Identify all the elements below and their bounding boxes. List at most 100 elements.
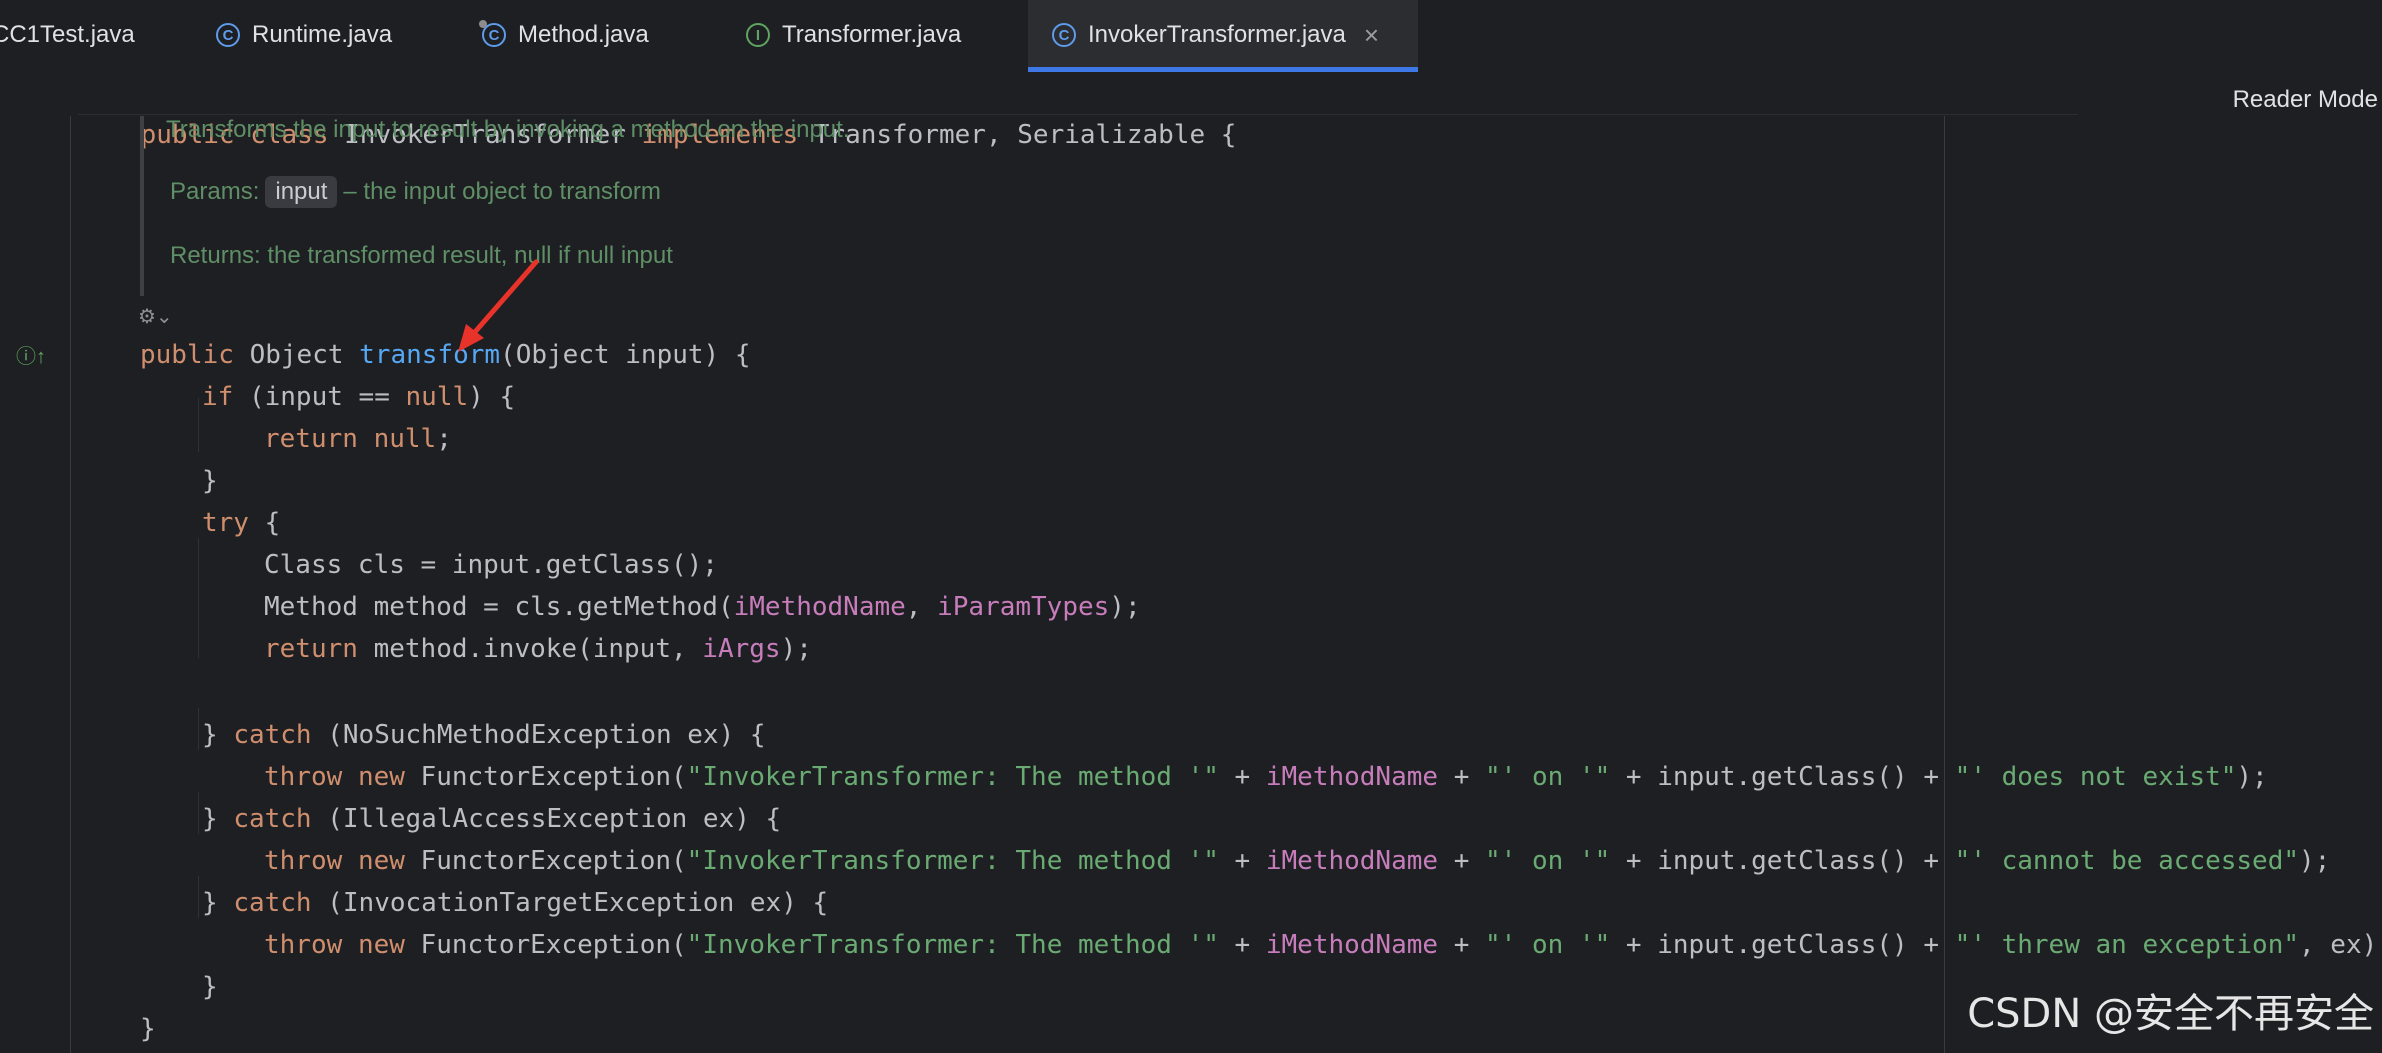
doc-params: Params: input – the input object to transf…: [170, 176, 661, 208]
string-literal: "' does not exist": [1954, 762, 2237, 792]
code-line: return null;: [264, 418, 452, 460]
code-text: ) {: [468, 382, 516, 412]
code-line: } catch (InvocationTargetException ex) {: [202, 882, 828, 924]
string-literal: "' cannot be accessed": [1954, 846, 2299, 876]
field-ref: iMethodName: [1265, 846, 1439, 876]
code-text: , ex);: [2299, 930, 2382, 960]
tab-label: Method.java: [518, 21, 649, 48]
doc-bar: [140, 116, 144, 296]
indent-guide: [198, 792, 199, 834]
code-text: Method method = cls.getMethod(: [264, 592, 734, 622]
string-literal: "' on '": [1485, 846, 1611, 876]
keyword: null: [405, 382, 469, 412]
code-text: FunctorException(: [404, 846, 687, 876]
tab-label: Runtime.java: [252, 21, 393, 48]
editor-tab-bar: CC1Test.java C Runtime.java C Method.jav…: [0, 0, 2382, 73]
string-literal: "InvokerTransformer: The method '": [686, 930, 1219, 960]
keyword: new: [357, 930, 405, 960]
code-text: }: [202, 888, 234, 918]
class-icon: C: [216, 23, 240, 47]
code-text: );: [2236, 762, 2268, 792]
doc-returns: Returns: the transformed result, null if…: [170, 242, 673, 269]
reader-mode-button[interactable]: Reader Mode: [2220, 80, 2382, 120]
tab-runtime[interactable]: C Runtime.java: [196, 0, 456, 70]
code-text: );: [780, 634, 812, 664]
code-text: + input.getClass() +: [1610, 930, 1955, 960]
tab-cc1test[interactable]: CC1Test.java: [0, 0, 180, 70]
code-text: +: [1438, 762, 1486, 792]
code-text: }: [202, 720, 234, 750]
code-line: throw new FunctorException("InvokerTrans…: [264, 756, 2268, 798]
keyword: if: [202, 382, 234, 412]
tab-transformer[interactable]: I Transformer.java: [726, 0, 1016, 70]
code-text: ;: [436, 424, 452, 454]
keyword: return: [264, 424, 358, 454]
code-text: FunctorException(: [404, 930, 687, 960]
keyword: null: [373, 424, 437, 454]
code-text: (IllegalAccessException ex) {: [311, 804, 782, 834]
doc-toggle-icon[interactable]: ⚙⌄: [138, 304, 173, 329]
keyword: try: [202, 508, 249, 538]
code-line: if (input == null) {: [202, 376, 515, 418]
field-ref: iMethodName: [1265, 762, 1439, 792]
right-margin-guide: [1944, 116, 1945, 1053]
keyword: throw: [264, 762, 343, 792]
watermark: CSDN @安全不再安全: [1967, 991, 2374, 1037]
code-text: +: [1218, 762, 1266, 792]
doc-params-label: Params:: [170, 178, 260, 205]
code-line: throw new FunctorException("InvokerTrans…: [264, 924, 2382, 966]
keyword: catch: [233, 888, 312, 918]
tab-label: InvokerTransformer.java: [1088, 21, 1346, 48]
keyword: throw: [264, 930, 343, 960]
code-text: (input ==: [248, 382, 406, 412]
indent-guide: [198, 398, 199, 452]
code-text: method.invoke(input,: [357, 634, 703, 664]
code-line: }: [140, 1014, 156, 1044]
code-text: );: [2299, 846, 2331, 876]
doc-summary: Transforms the input to result by invoki…: [166, 116, 850, 143]
keyword: return: [264, 634, 358, 664]
implements-method-icon[interactable]: ⓘ↑: [16, 340, 46, 369]
field-ref: iMethodName: [1265, 930, 1439, 960]
keyword: catch: [233, 804, 312, 834]
code-text: Object: [249, 340, 344, 370]
code-editor[interactable]: public class InvokerTransformer implemen…: [0, 72, 2382, 1053]
keyword: new: [357, 762, 405, 792]
code-text: +: [1438, 930, 1486, 960]
code-text: +: [1218, 930, 1266, 960]
indent-guide: [198, 876, 199, 918]
code-text: {: [248, 508, 281, 538]
code-line: try {: [202, 502, 280, 544]
indent-guide: [70, 116, 71, 1053]
code-line: } catch (IllegalAccessException ex) {: [202, 798, 781, 840]
code-text: (NoSuchMethodException ex) {: [311, 720, 766, 750]
keyword: throw: [264, 846, 343, 876]
tab-label: Transformer.java: [782, 21, 962, 48]
interface-icon: I: [746, 23, 770, 47]
field-ref: iArgs: [702, 634, 781, 664]
tab-method[interactable]: C Method.java: [460, 0, 722, 70]
code-text: }: [202, 804, 234, 834]
param-chip: input: [265, 176, 338, 208]
code-line: } catch (NoSuchMethodException ex) {: [202, 714, 766, 756]
keyword: public: [140, 340, 234, 370]
method-name-transform[interactable]: transform: [359, 340, 500, 370]
tab-invokertransformer[interactable]: C InvokerTransformer.java ×: [1028, 0, 1418, 72]
string-literal: "' on '": [1485, 762, 1611, 792]
keyword: catch: [233, 720, 312, 750]
code-text: +: [1438, 846, 1486, 876]
code-text: (Object input) {: [500, 340, 751, 370]
code-text: FunctorException(: [404, 762, 687, 792]
string-literal: "InvokerTransformer: The method '": [686, 762, 1219, 792]
sticky-class-header: public class InvokerTransformer implemen…: [78, 72, 2078, 150]
code-text: + input.getClass() +: [1610, 846, 1955, 876]
code-text: );: [1109, 592, 1141, 622]
field-ref: iMethodName: [733, 592, 906, 622]
class-icon: C: [1052, 23, 1076, 47]
close-icon[interactable]: ×: [1364, 20, 1379, 51]
code-line: throw new FunctorException("InvokerTrans…: [264, 840, 2330, 882]
indent-guide: [198, 538, 199, 658]
line-gutter: [0, 72, 70, 1053]
class-icon: C: [479, 20, 506, 47]
code-text: ,: [905, 592, 938, 622]
